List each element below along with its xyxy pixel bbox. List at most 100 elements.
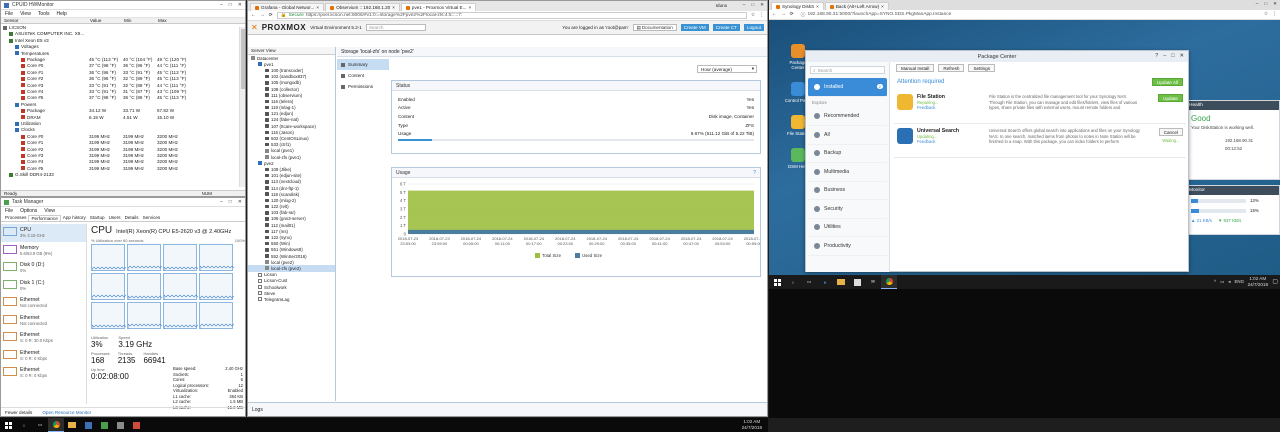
pkg-nav-security[interactable]: Security	[808, 200, 887, 219]
refresh-button[interactable]: Refresh	[938, 64, 965, 72]
notification-icon[interactable]: ▢	[1272, 278, 1278, 285]
forward-icon[interactable]: →	[260, 13, 265, 18]
tab-services[interactable]: Services	[141, 215, 163, 221]
close-tab-icon[interactable]: ×	[881, 4, 884, 9]
server-view-select[interactable]: Server View	[248, 47, 335, 55]
menu-tools[interactable]: Tools	[38, 11, 50, 17]
legend-swatch-total[interactable]	[535, 253, 540, 258]
feedback-link[interactable]: Feedback	[917, 105, 985, 110]
create-vm-button[interactable]: Create VM	[680, 24, 709, 31]
feedback-link[interactable]: Feedback	[917, 139, 985, 144]
maximize-icon[interactable]: □	[751, 2, 754, 8]
browser-tab[interactable]: Grafana - Global Networ... ×	[250, 3, 325, 11]
app-taskbar-icon[interactable]	[112, 418, 128, 432]
tab-processes[interactable]: Processes	[3, 215, 28, 221]
store-icon[interactable]	[849, 275, 865, 289]
menu-icon[interactable]: ⋮	[759, 13, 764, 18]
nav-permissions[interactable]: Permissions	[337, 81, 389, 92]
resource-monitor-link[interactable]: Open Resource Monitor	[42, 410, 91, 415]
browser-user[interactable]: Idunx	[716, 3, 727, 8]
documentation-button[interactable]: ▤ Documentation	[632, 24, 677, 31]
legend-swatch-used[interactable]	[575, 253, 580, 258]
tab-performance[interactable]: Performance	[28, 215, 61, 221]
search-icon[interactable]: ○	[16, 418, 32, 432]
help-icon[interactable]: ?	[1155, 53, 1158, 59]
forward-icon[interactable]: →	[781, 12, 786, 17]
perf-item[interactable]: Ethernet S: 0 R: 0 Kbps	[1, 347, 86, 365]
maximize-icon[interactable]: □	[1171, 53, 1174, 59]
chrome-icon[interactable]	[881, 275, 897, 289]
hwmonitor-taskbar-icon[interactable]	[80, 418, 96, 432]
update-button[interactable]: Update	[1158, 94, 1183, 102]
settings-button[interactable]: Settings	[968, 64, 996, 72]
tree-node-pool[interactable]: TelegramLag	[248, 296, 335, 302]
menu-file[interactable]: File	[5, 208, 13, 214]
network-icon[interactable]: ▭	[1220, 279, 1224, 285]
pkg-nav-all[interactable]: All	[808, 126, 887, 145]
language-indicator[interactable]: ENG	[1234, 279, 1244, 285]
menu-help[interactable]: Help	[57, 11, 67, 17]
reload-icon[interactable]: ⟳	[790, 12, 794, 17]
maximize-icon[interactable]: □	[229, 199, 232, 205]
taskmgr-taskbar-icon[interactable]	[96, 418, 112, 432]
edge-icon[interactable]: e	[817, 275, 833, 289]
back-icon[interactable]: ←	[772, 12, 777, 17]
perf-item[interactable]: Ethernet Not connected	[1, 294, 86, 312]
browser-tab[interactable]: Synology DiskS ×	[771, 2, 824, 10]
col-min[interactable]: Min	[124, 18, 158, 23]
close-icon[interactable]: ✕	[238, 2, 242, 8]
file-explorer-icon[interactable]	[833, 275, 849, 289]
back-icon[interactable]: ←	[251, 13, 256, 18]
menu-icon[interactable]: ⋮	[1272, 12, 1277, 17]
perf-item[interactable]: CPU 3% 3.19 GHz	[1, 224, 86, 242]
browser-tab[interactable]: Back (Alt+Left Arrow) ×	[824, 2, 889, 10]
close-icon[interactable]: ✕	[1179, 53, 1184, 59]
logs-panel[interactable]: Logs	[248, 402, 767, 416]
close-icon[interactable]: ✕	[238, 199, 242, 205]
sensor-row[interactable]: G.Skill DDR4-2133	[3, 171, 245, 177]
legend-used[interactable]: Used Size	[582, 253, 603, 258]
nav-content[interactable]: Content	[337, 70, 389, 81]
close-icon[interactable]: ✕	[760, 2, 764, 8]
perf-item[interactable]: Ethernet S: 0 R: 30.0 Kbps	[1, 329, 86, 347]
tab-users[interactable]: Users	[107, 215, 123, 221]
minimize-icon[interactable]: –	[220, 2, 223, 8]
pkg-nav-recommended[interactable]: Recommended	[808, 108, 887, 126]
perf-item[interactable]: Ethernet S: 0 R: 0 Kbps	[1, 364, 86, 382]
hwmonitor-scrollbar[interactable]	[239, 27, 245, 187]
browser-tab[interactable]: Observium :: 192.168.1.20 ×	[325, 3, 400, 11]
task-view-icon[interactable]: ▭	[32, 418, 48, 432]
task-manager-titlebar[interactable]: Task Manager – □ ✕	[1, 198, 245, 207]
pkg-nav-backup[interactable]: Backup	[808, 145, 887, 163]
perf-item[interactable]: Disk 0 (D:) 0%	[1, 259, 86, 277]
pkg-nav-productivity[interactable]: Productivity	[808, 237, 887, 256]
perf-item[interactable]: Ethernet Not connected	[1, 312, 86, 330]
pkg-nav-multimedia[interactable]: Multimedia	[808, 163, 887, 182]
minimize-icon[interactable]: –	[1256, 1, 1259, 7]
address-bar-2[interactable]: ⓘ 192.168.90.31:5000/?launchApp=SYNO.SDS…	[798, 11, 1260, 18]
pkg-nav-installed[interactable]: Installed 2	[808, 78, 887, 97]
close-tab-icon[interactable]: ×	[816, 4, 819, 9]
pkg-search-box[interactable]: ⌕ Search	[810, 66, 885, 74]
reload-icon[interactable]: ⟳	[269, 13, 273, 18]
tab-startup[interactable]: Startup	[88, 215, 107, 221]
close-icon[interactable]: ✕	[1273, 1, 1277, 7]
pkg-nav-business[interactable]: Business	[808, 182, 887, 200]
search-icon[interactable]: ○	[785, 275, 801, 289]
clock-right[interactable]: 1:02 AM 24/7/2018	[1248, 276, 1268, 288]
perf-item[interactable]: Memory 5.6/63.9 GB (9%)	[1, 242, 86, 260]
mail-icon[interactable]: ✉	[865, 275, 881, 289]
logout-button[interactable]: Logout	[743, 24, 764, 31]
legend-total[interactable]: Total Size	[542, 253, 562, 258]
tab-details[interactable]: Details	[123, 215, 141, 221]
pkg-nav-utilities[interactable]: Utilities	[808, 219, 887, 237]
nav-summary[interactable]: Summary	[337, 59, 389, 70]
start-button-2[interactable]	[769, 275, 785, 289]
star-icon[interactable]: ☆	[1264, 12, 1268, 17]
update-all-button[interactable]: Update All	[1152, 78, 1183, 86]
close-tab-icon[interactable]: ×	[316, 5, 319, 10]
address-bar[interactable]: 🔒 Secure https://pvel.licson.net:8006/#v…	[276, 12, 747, 19]
create-ct-button[interactable]: Create CT	[712, 24, 740, 31]
maximize-icon[interactable]: □	[229, 2, 232, 8]
start-button[interactable]	[0, 418, 16, 432]
